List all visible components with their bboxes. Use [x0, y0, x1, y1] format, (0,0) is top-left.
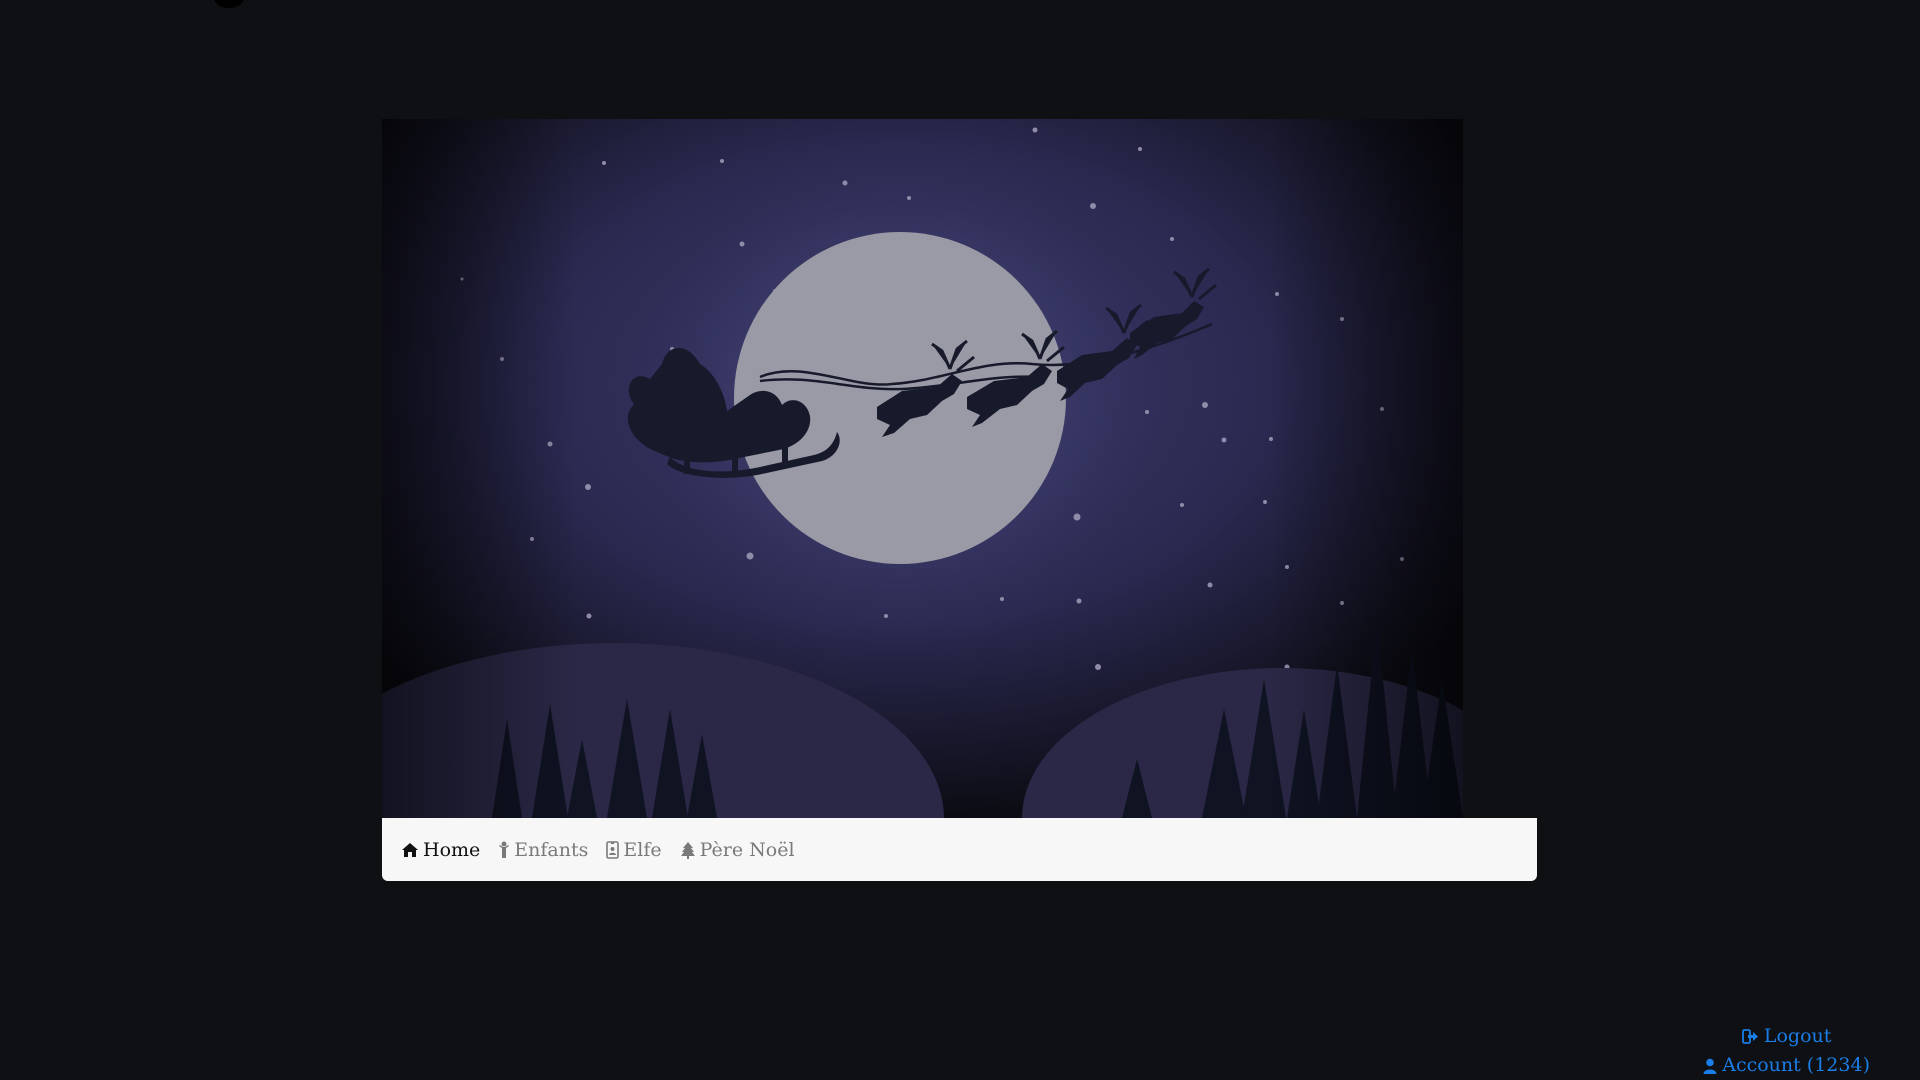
nav-home[interactable]: Home — [401, 839, 480, 861]
user-icon — [1703, 1058, 1717, 1074]
main-navbar: Home Enfants Elfe Père Noël — [382, 818, 1537, 881]
nav-pere-noel[interactable]: Père Noël — [680, 839, 795, 861]
top-corner-shape — [214, 0, 244, 8]
nav-pere-noel-label: Père Noël — [699, 838, 795, 861]
home-icon — [401, 842, 419, 858]
logout-label: Logout — [1763, 1025, 1832, 1047]
nav-enfants[interactable]: Enfants — [498, 839, 588, 861]
santa-sleigh-moon-illustration — [382, 119, 1463, 818]
nav-elfe-label: Elfe — [623, 838, 662, 861]
sign-out-icon — [1741, 1029, 1759, 1044]
hero-banner — [382, 119, 1463, 818]
tree-icon — [680, 841, 696, 859]
logout-link[interactable]: Logout — [1703, 1022, 1870, 1051]
account-label: Account (1234) — [1722, 1054, 1870, 1076]
account-link[interactable]: Account (1234) — [1703, 1051, 1870, 1080]
account-links: Logout Account (1234) — [1703, 1022, 1870, 1080]
nav-elfe[interactable]: Elfe — [606, 838, 662, 861]
nav-home-label: Home — [423, 838, 481, 861]
nav-enfants-label: Enfants — [514, 838, 589, 861]
badge-icon — [606, 840, 620, 859]
child-icon — [498, 841, 510, 859]
